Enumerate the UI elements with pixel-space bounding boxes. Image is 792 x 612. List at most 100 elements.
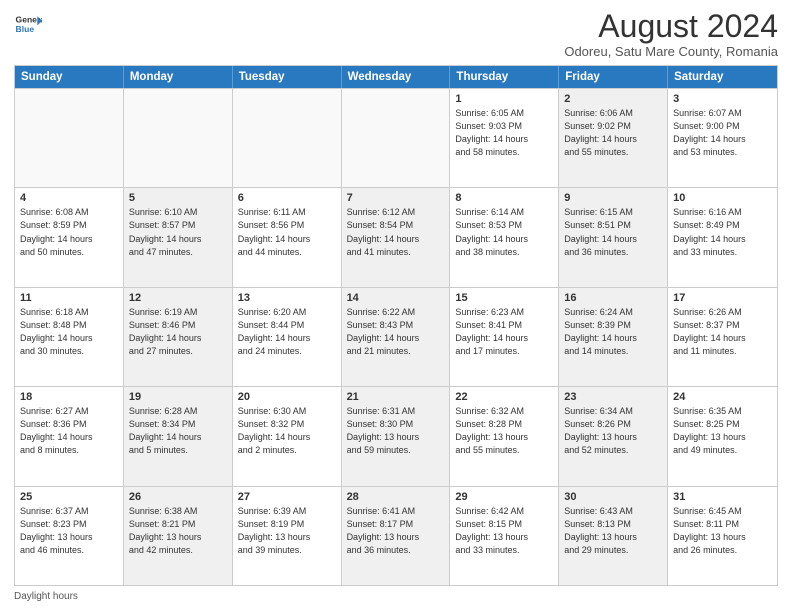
- calendar-cell: 2 Sunrise: 6:06 AMSunset: 9:02 PMDaylight…: [559, 89, 668, 187]
- calendar-cell: 1Sunrise: 6:05 AMSunset: 9:03 PMDaylight…: [450, 89, 559, 187]
- header: General Blue August 2024 Odoreu, Satu Ma…: [14, 10, 778, 59]
- calendar-cell: 19Sunrise: 6:28 AMSunset: 8:34 PMDayligh…: [124, 387, 233, 485]
- day-number: 28: [347, 491, 445, 503]
- svg-text:Blue: Blue: [16, 24, 35, 34]
- day-detail: Sunrise: 6:37 AMSunset: 8:23 PMDaylight:…: [20, 505, 118, 557]
- calendar-cell: [342, 89, 451, 187]
- footer-note: Daylight hours: [14, 591, 778, 602]
- calendar-cell: 24Sunrise: 6:35 AMSunset: 8:25 PMDayligh…: [668, 387, 777, 485]
- calendar-cell: 27 Sunrise: 6:39 AMSunset: 8:19 PMDayligh…: [233, 487, 342, 585]
- calendar-cell: 30Sunrise: 6:43 AMSunset: 8:13 PMDayligh…: [559, 487, 668, 585]
- logo-icon: General Blue: [14, 10, 42, 38]
- day-detail: Sunrise: 6:22 AMSunset: 8:43 PMDaylight:…: [347, 306, 445, 358]
- month-title: August 2024: [564, 10, 778, 42]
- day-number: 26: [129, 491, 227, 503]
- day-number: 13: [238, 292, 336, 304]
- calendar-cell: 8Sunrise: 6:14 AMSunset: 8:53 PMDaylight…: [450, 188, 559, 286]
- day-detail: Sunrise: 6:39 AMSunset: 8:19 PMDaylight:…: [238, 505, 336, 557]
- day-number: 25: [20, 491, 118, 503]
- calendar-cell: 18 Sunrise: 6:27 AMSunset: 8:36 PMDayligh…: [15, 387, 124, 485]
- day-detail: Sunrise: 6:23 AMSunset: 8:41 PMDaylight:…: [455, 306, 553, 358]
- calendar: SundayMondayTuesdayWednesdayThursdayFrid…: [14, 65, 778, 586]
- day-detail: Sunrise: 6:38 AMSunset: 8:21 PMDaylight:…: [129, 505, 227, 557]
- day-number: 10: [673, 192, 772, 204]
- day-detail: Sunrise: 6:43 AMSunset: 8:13 PMDaylight:…: [564, 505, 662, 557]
- day-number: 23: [564, 391, 662, 403]
- day-detail: Sunrise: 6:05 AMSunset: 9:03 PMDaylight:…: [455, 107, 553, 159]
- calendar-week: 11 Sunrise: 6:18 AMSunset: 8:48 PMDayligh…: [15, 287, 777, 386]
- day-detail: Sunrise: 6:07 AMSunset: 9:00 PMDaylight:…: [673, 107, 772, 159]
- day-detail: Sunrise: 6:14 AMSunset: 8:53 PMDaylight:…: [455, 206, 553, 258]
- day-detail: Sunrise: 6:15 AMSunset: 8:51 PMDaylight:…: [564, 206, 662, 258]
- calendar-cell: 10 Sunrise: 6:16 AMSunset: 8:49 PMDayligh…: [668, 188, 777, 286]
- calendar-cell: 20 Sunrise: 6:30 AMSunset: 8:32 PMDayligh…: [233, 387, 342, 485]
- day-of-week-header: Wednesday: [342, 66, 451, 88]
- day-detail: Sunrise: 6:11 AMSunset: 8:56 PMDaylight:…: [238, 206, 336, 258]
- calendar-cell: 28 Sunrise: 6:41 AMSunset: 8:17 PMDayligh…: [342, 487, 451, 585]
- calendar-cell: 26 Sunrise: 6:38 AMSunset: 8:21 PMDayligh…: [124, 487, 233, 585]
- calendar-cell: 9Sunrise: 6:15 AMSunset: 8:51 PMDaylight…: [559, 188, 668, 286]
- calendar-week: 18 Sunrise: 6:27 AMSunset: 8:36 PMDayligh…: [15, 386, 777, 485]
- calendar-body: 1Sunrise: 6:05 AMSunset: 9:03 PMDaylight…: [15, 88, 777, 585]
- day-number: 6: [238, 192, 336, 204]
- day-number: 16: [564, 292, 662, 304]
- day-detail: Sunrise: 6:18 AMSunset: 8:48 PMDaylight:…: [20, 306, 118, 358]
- day-detail: Sunrise: 6:28 AMSunset: 8:34 PMDaylight:…: [129, 405, 227, 457]
- day-number: 27: [238, 491, 336, 503]
- day-detail: Sunrise: 6:08 AMSunset: 8:59 PMDaylight:…: [20, 206, 118, 258]
- day-number: 21: [347, 391, 445, 403]
- day-number: 11: [20, 292, 118, 304]
- calendar-cell: 16 Sunrise: 6:24 AMSunset: 8:39 PMDayligh…: [559, 288, 668, 386]
- day-detail: Sunrise: 6:10 AMSunset: 8:57 PMDaylight:…: [129, 206, 227, 258]
- day-number: 3: [673, 93, 772, 105]
- calendar-cell: 12 Sunrise: 6:19 AMSunset: 8:46 PMDayligh…: [124, 288, 233, 386]
- day-detail: Sunrise: 6:31 AMSunset: 8:30 PMDaylight:…: [347, 405, 445, 457]
- location-subtitle: Odoreu, Satu Mare County, Romania: [564, 44, 778, 59]
- day-of-week-header: Monday: [124, 66, 233, 88]
- day-number: 29: [455, 491, 553, 503]
- calendar-cell: [15, 89, 124, 187]
- day-number: 20: [238, 391, 336, 403]
- day-detail: Sunrise: 6:45 AMSunset: 8:11 PMDaylight:…: [673, 505, 772, 557]
- day-detail: Sunrise: 6:35 AMSunset: 8:25 PMDaylight:…: [673, 405, 772, 457]
- day-detail: Sunrise: 6:42 AMSunset: 8:15 PMDaylight:…: [455, 505, 553, 557]
- day-of-week-header: Thursday: [450, 66, 559, 88]
- day-detail: Sunrise: 6:30 AMSunset: 8:32 PMDaylight:…: [238, 405, 336, 457]
- day-of-week-header: Sunday: [15, 66, 124, 88]
- day-detail: Sunrise: 6:27 AMSunset: 8:36 PMDaylight:…: [20, 405, 118, 457]
- calendar-cell: [124, 89, 233, 187]
- page: General Blue August 2024 Odoreu, Satu Ma…: [0, 0, 792, 612]
- day-of-week-header: Friday: [559, 66, 668, 88]
- calendar-cell: 21 Sunrise: 6:31 AMSunset: 8:30 PMDayligh…: [342, 387, 451, 485]
- day-number: 4: [20, 192, 118, 204]
- day-detail: Sunrise: 6:24 AMSunset: 8:39 PMDaylight:…: [564, 306, 662, 358]
- calendar-cell: 6 Sunrise: 6:11 AMSunset: 8:56 PMDaylight…: [233, 188, 342, 286]
- calendar-header-row: SundayMondayTuesdayWednesdayThursdayFrid…: [15, 66, 777, 88]
- calendar-cell: 31Sunrise: 6:45 AMSunset: 8:11 PMDayligh…: [668, 487, 777, 585]
- day-of-week-header: Tuesday: [233, 66, 342, 88]
- calendar-cell: 4 Sunrise: 6:08 AMSunset: 8:59 PMDaylight…: [15, 188, 124, 286]
- day-detail: Sunrise: 6:41 AMSunset: 8:17 PMDaylight:…: [347, 505, 445, 557]
- day-number: 7: [347, 192, 445, 204]
- day-number: 12: [129, 292, 227, 304]
- calendar-cell: 17Sunrise: 6:26 AMSunset: 8:37 PMDayligh…: [668, 288, 777, 386]
- day-detail: Sunrise: 6:19 AMSunset: 8:46 PMDaylight:…: [129, 306, 227, 358]
- calendar-cell: 15 Sunrise: 6:23 AMSunset: 8:41 PMDayligh…: [450, 288, 559, 386]
- calendar-cell: 14Sunrise: 6:22 AMSunset: 8:43 PMDayligh…: [342, 288, 451, 386]
- calendar-week: 25 Sunrise: 6:37 AMSunset: 8:23 PMDayligh…: [15, 486, 777, 585]
- calendar-cell: 25 Sunrise: 6:37 AMSunset: 8:23 PMDayligh…: [15, 487, 124, 585]
- day-number: 15: [455, 292, 553, 304]
- day-number: 2: [564, 93, 662, 105]
- calendar-cell: 7Sunrise: 6:12 AMSunset: 8:54 PMDaylight…: [342, 188, 451, 286]
- calendar-cell: 11 Sunrise: 6:18 AMSunset: 8:48 PMDayligh…: [15, 288, 124, 386]
- day-detail: Sunrise: 6:16 AMSunset: 8:49 PMDaylight:…: [673, 206, 772, 258]
- day-number: 18: [20, 391, 118, 403]
- day-detail: Sunrise: 6:20 AMSunset: 8:44 PMDaylight:…: [238, 306, 336, 358]
- title-block: August 2024 Odoreu, Satu Mare County, Ro…: [564, 10, 778, 59]
- calendar-cell: [233, 89, 342, 187]
- day-detail: Sunrise: 6:32 AMSunset: 8:28 PMDaylight:…: [455, 405, 553, 457]
- day-detail: Sunrise: 6:26 AMSunset: 8:37 PMDaylight:…: [673, 306, 772, 358]
- calendar-cell: 3 Sunrise: 6:07 AMSunset: 9:00 PMDaylight…: [668, 89, 777, 187]
- day-number: 5: [129, 192, 227, 204]
- day-detail: Sunrise: 6:06 AMSunset: 9:02 PMDaylight:…: [564, 107, 662, 159]
